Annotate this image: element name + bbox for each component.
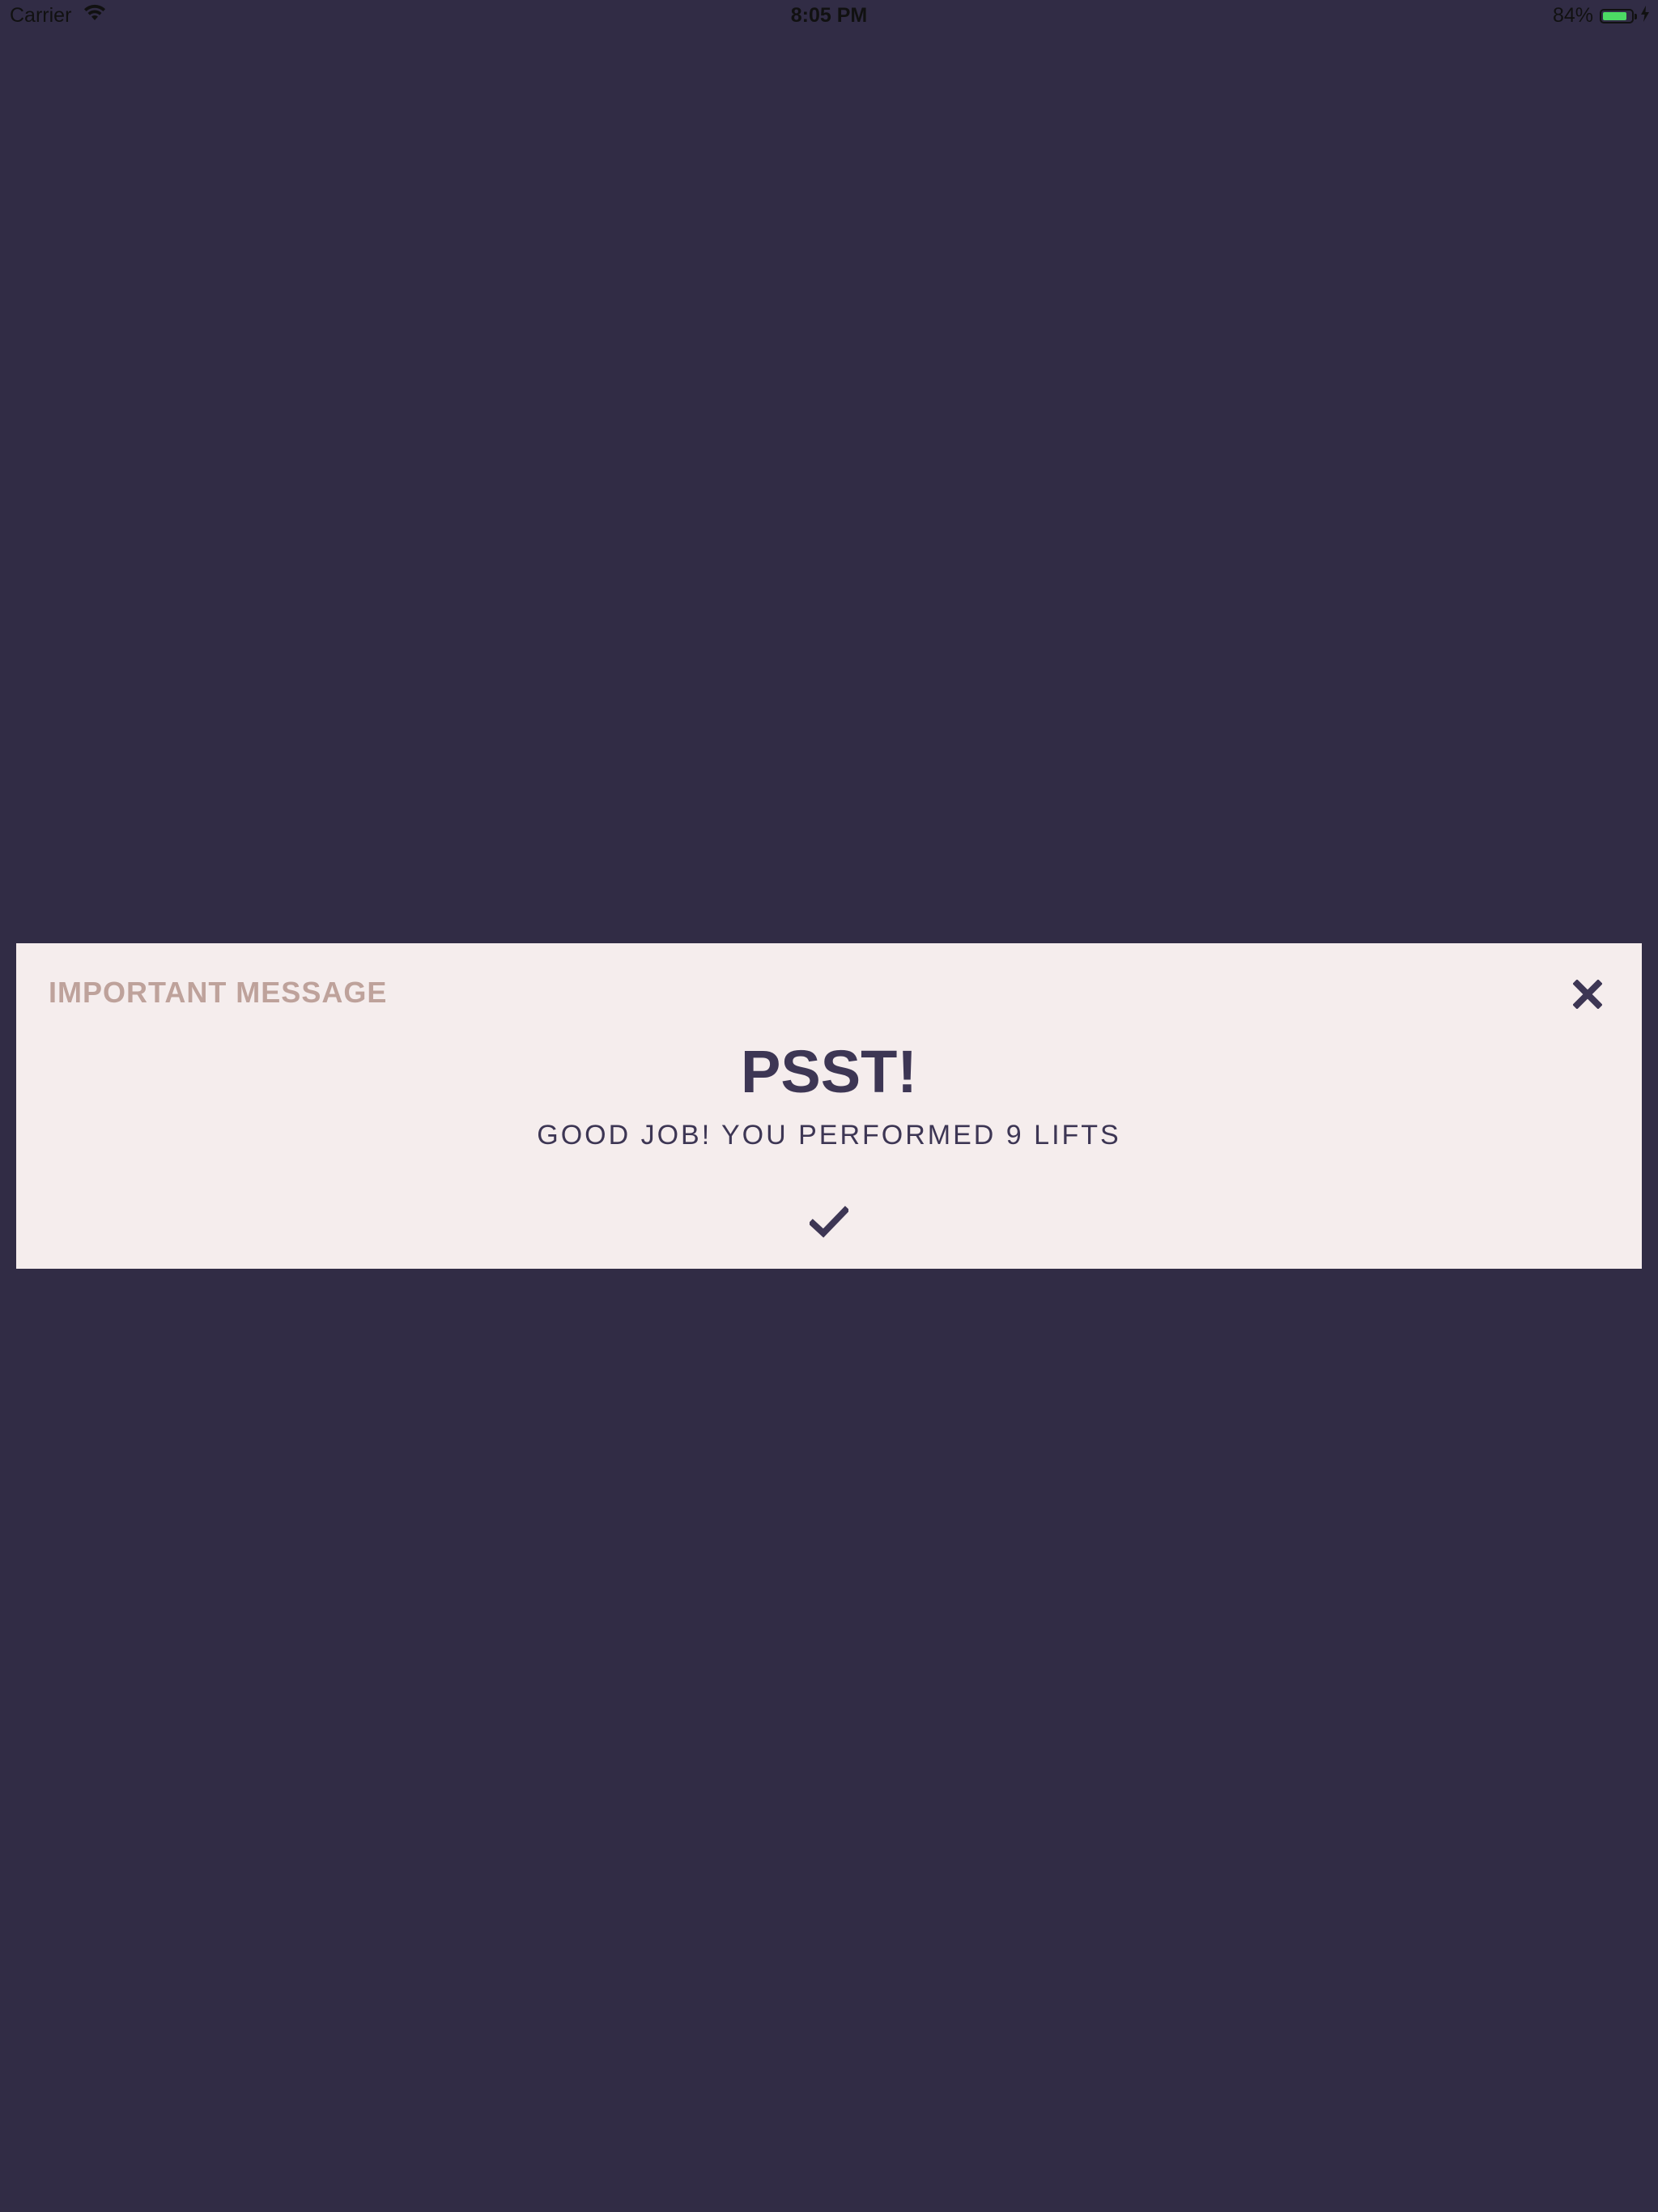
close-icon [1572,978,1603,1013]
battery-tip [1635,13,1637,19]
status-time: 8:05 PM [790,4,868,27]
confirm-button[interactable] [805,1199,853,1248]
checkmark-icon [808,1205,850,1242]
important-message-modal: IMPORTANT MESSAGE PSST! GOOD JOB! YOU PE… [16,943,1642,1269]
bolt-icon [1640,4,1650,28]
modal-message: GOOD JOB! YOU PERFORMED 9 LIFTS [537,1120,1121,1151]
battery-fill [1603,11,1626,20]
battery-percent: 84% [1552,4,1593,27]
battery-icon [1600,8,1637,23]
status-bar-right: 84% [1553,4,1650,28]
close-button[interactable] [1566,974,1609,1018]
modal-header-label: IMPORTANT MESSAGE [49,976,388,1009]
status-bar: Carrier 8:05 PM 84% [0,0,1658,32]
modal-title: PSST! [741,1038,917,1105]
